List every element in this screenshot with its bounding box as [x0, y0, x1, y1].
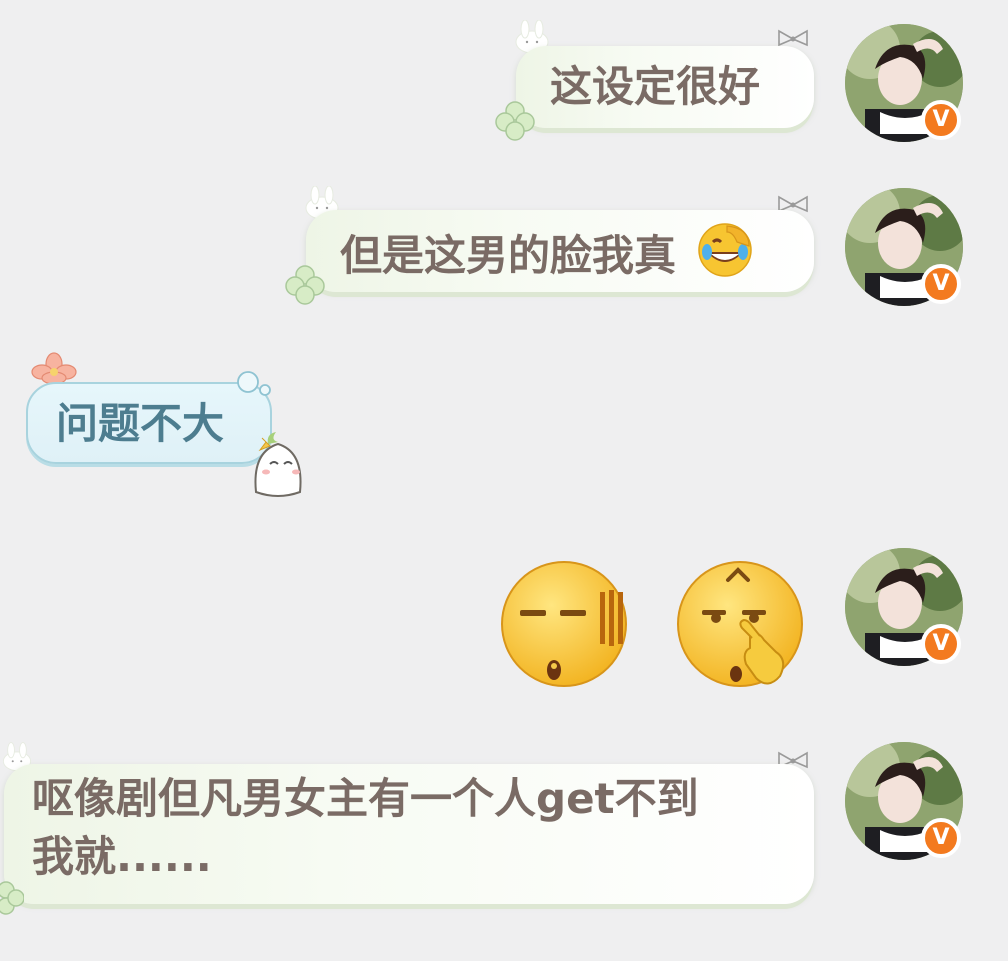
message-text: 但是这男的脸我真 [340, 231, 677, 280]
verified-badge-icon: V [921, 264, 961, 304]
verified-badge-icon: V [921, 624, 961, 664]
shush-thinking-face-emoji-icon[interactable] [672, 556, 808, 692]
clover-icon [495, 101, 535, 141]
sender-avatar[interactable]: V [845, 548, 963, 666]
speechless-face-emoji-icon[interactable] [498, 556, 634, 692]
message-bubble-2[interactable]: 但是这男的脸我真 [306, 210, 814, 292]
sender-avatar[interactable]: V [845, 188, 963, 306]
clover-icon [0, 881, 24, 915]
bubble-dots-icon [237, 371, 271, 396]
rice-ball-mascot-icon [254, 432, 302, 497]
message-text-line-2: 我就...... [32, 832, 212, 881]
message-text: 问题不大 [56, 399, 225, 448]
laughing-facepalm-emoji-icon [697, 223, 752, 277]
clover-icon [285, 265, 325, 305]
verified-badge-icon: V [921, 818, 961, 858]
message-text-line-1: 呕像剧但凡男女主有一个人get不到 [32, 774, 699, 823]
message-bubble-1[interactable]: 这设定很好 [516, 46, 814, 128]
message-bubble-5[interactable]: 呕像剧但凡男女主有一个人get不到 我就...... [4, 764, 814, 904]
sender-avatar[interactable]: V [845, 742, 963, 860]
sender-avatar[interactable]: V [845, 24, 963, 142]
verified-badge-icon: V [921, 100, 961, 140]
message-text: 这设定很好 [550, 62, 761, 111]
